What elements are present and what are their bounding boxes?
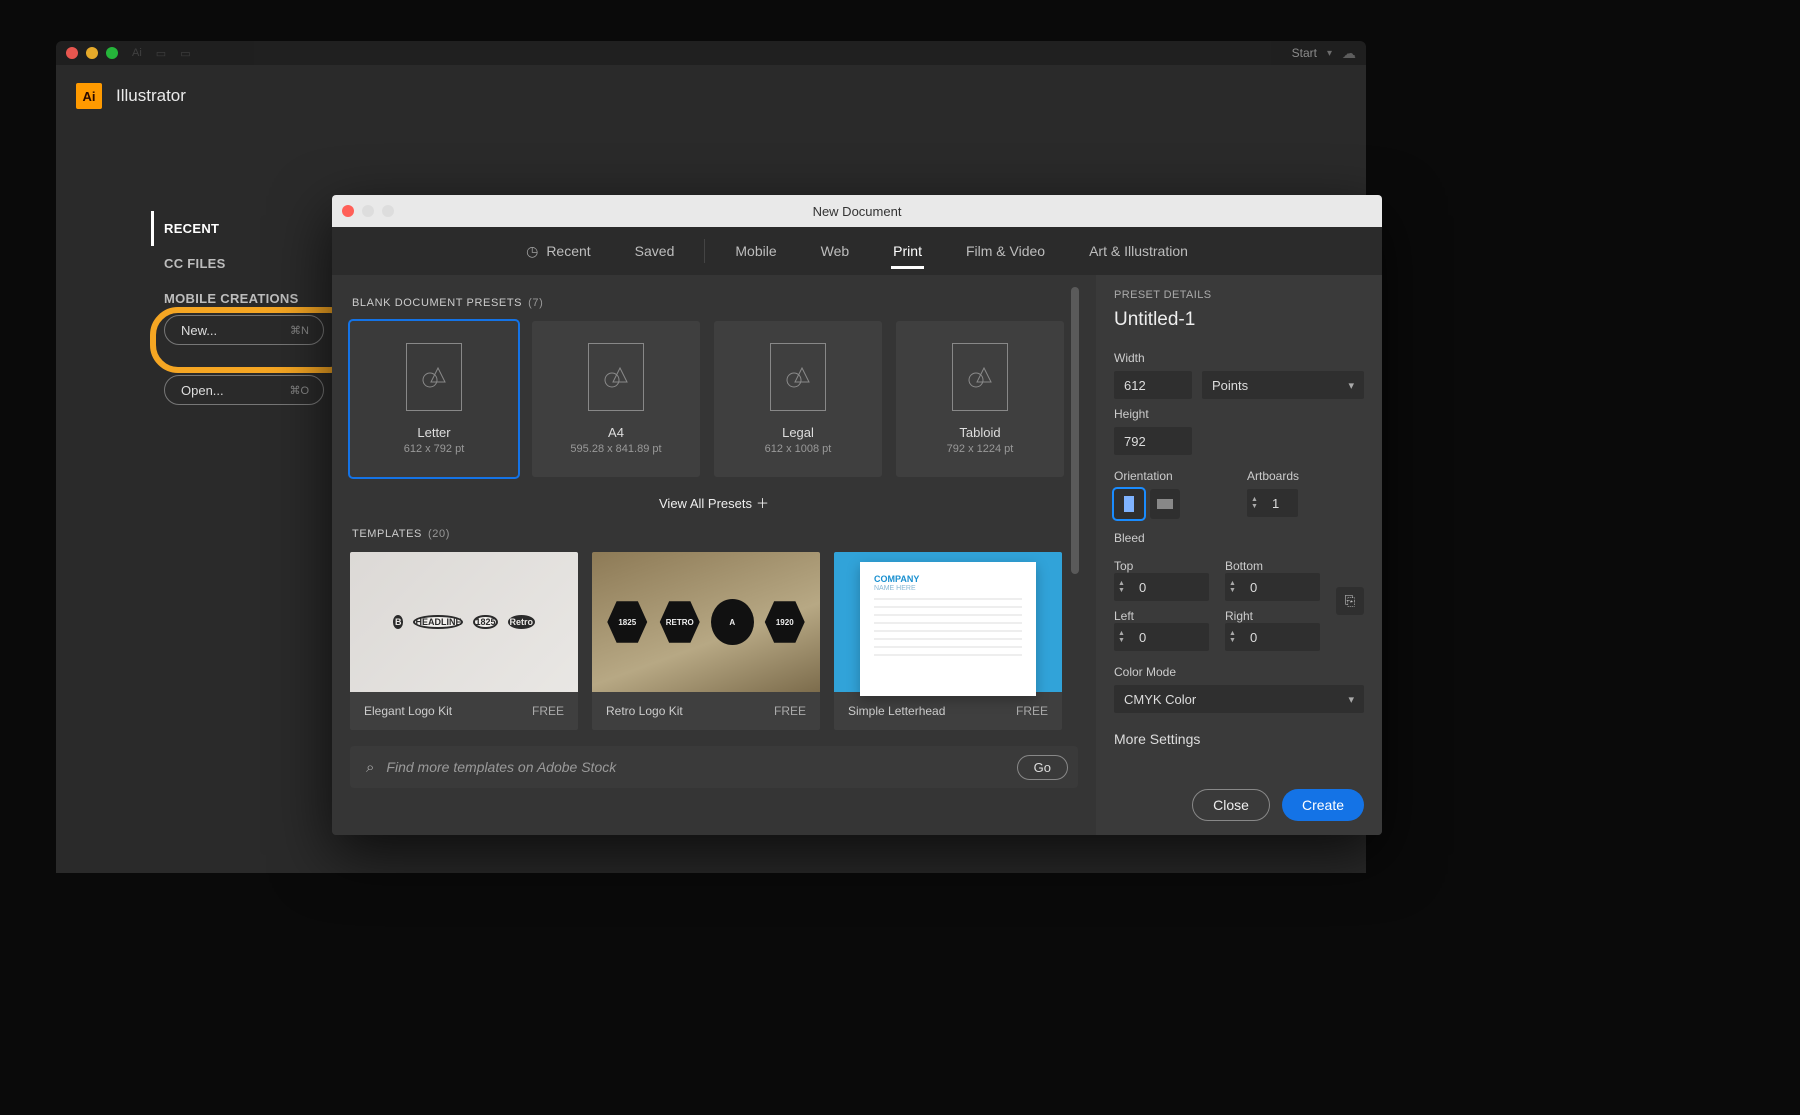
open-document-button[interactable]: Open... ⌘O [164,375,324,405]
minimize-icon[interactable] [86,47,98,59]
preset-legal[interactable]: Legal 612 x 1008 pt [714,321,882,477]
scrollbar[interactable] [1070,287,1080,765]
open-label: Open... [181,383,224,398]
shortcut-label: ⌘O [289,384,309,397]
clock-icon: ◷ [526,243,538,260]
new-label: New... [181,323,217,338]
close-icon[interactable] [66,47,78,59]
tab-film[interactable]: Film & Video [944,227,1067,275]
units-select[interactable]: Points ▾ [1202,371,1364,399]
tab-print[interactable]: Print [871,227,944,275]
chevron-down-icon: ▼ [1251,503,1258,510]
page-icon [588,343,644,411]
maximize-icon[interactable] [106,47,118,59]
bleed-top-label: Top [1114,559,1209,573]
height-input[interactable]: 792 [1114,427,1192,455]
app-icon: Ai [132,47,142,60]
more-settings-button[interactable]: More Settings [1114,731,1364,747]
go-button[interactable]: Go [1017,755,1068,780]
bleed-left-label: Left [1114,609,1209,623]
sidebar-item-ccfiles[interactable]: CC FILES [164,246,299,281]
separator [704,239,705,263]
view-all-presets-button[interactable]: View All Presets＋ [350,477,1078,522]
chevron-down-icon: ▾ [1348,379,1354,392]
preset-details-panel: PRESET DETAILS Untitled-1 Width 612 Poin… [1096,275,1382,835]
bleed-bottom-label: Bottom [1225,559,1320,573]
preset-tabloid[interactable]: Tabloid 792 x 1224 pt [896,321,1064,477]
tab-mobile[interactable]: Mobile [713,227,798,275]
home-sidebar: RECENT CC FILES MOBILE CREATIONS [164,211,299,316]
search-placeholder: Find more templates on Adobe Stock [386,759,1004,775]
bleed-label: Bleed [1114,531,1364,545]
start-label[interactable]: Start [1292,46,1317,60]
close-button[interactable]: Close [1192,789,1270,821]
app-icon: ▭ [156,47,166,60]
tab-web[interactable]: Web [799,227,872,275]
bleed-right-input[interactable]: ▲▼0 [1225,623,1320,651]
page-icon [952,343,1008,411]
plus-icon: ＋ [756,496,769,511]
template-thumbnail: 1825RETRO A1920 [592,552,820,692]
height-label: Height [1114,407,1364,421]
tab-art[interactable]: Art & Illustration [1067,227,1210,275]
chevron-down-icon: ▾ [1348,693,1354,706]
sidebar-item-recent[interactable]: RECENT [151,211,299,246]
bleed-top-input[interactable]: ▲▼0 [1114,573,1209,601]
landscape-icon [1157,499,1173,509]
dialog-titlebar[interactable]: New Document [332,195,1382,227]
orientation-landscape-button[interactable] [1150,489,1180,519]
templates-heading: TEMPLATES (20) [350,522,1078,552]
shortcut-label: ⌘N [290,324,309,337]
document-name[interactable]: Untitled-1 [1114,309,1364,331]
details-heading: PRESET DETAILS [1114,289,1364,301]
tab-recent[interactable]: ◷ Recent [504,227,613,275]
template-letterhead[interactable]: COMPANY NAME HERE Simple Letterhead FREE [834,552,1062,730]
presets-heading: BLANK DOCUMENT PRESETS (7) [350,291,1078,321]
colormode-select[interactable]: CMYK Color ▾ [1114,685,1364,713]
app-logo-icon: Ai [76,83,102,109]
width-label: Width [1114,351,1364,365]
orientation-portrait-button[interactable] [1114,489,1144,519]
chevron-up-icon: ▲ [1251,496,1258,503]
template-thumbnail: COMPANY NAME HERE [834,552,1062,692]
search-icon: ⌕ [366,759,374,776]
category-tabs: ◷ Recent Saved Mobile Web Print Film & V… [332,227,1382,275]
link-bleed-icon[interactable]: ⎘ [1336,587,1364,615]
bleed-bottom-input[interactable]: ▲▼0 [1225,573,1320,601]
preset-letter[interactable]: Letter 612 x 792 pt [350,321,518,477]
orientation-label: Orientation [1114,469,1231,483]
colormode-label: Color Mode [1114,665,1364,679]
window-controls[interactable] [66,47,118,59]
chevron-down-icon: ▾ [1327,48,1332,59]
portrait-icon [1124,496,1134,512]
dialog-title: New Document [332,204,1382,219]
preset-area: BLANK DOCUMENT PRESETS (7) Letter 612 x … [332,275,1096,835]
template-elegant-logo[interactable]: BHEADLINE 1825Retro Elegant Logo Kit FRE… [350,552,578,730]
new-document-button[interactable]: New... ⌘N [164,315,324,345]
cloud-icon[interactable]: ☁ [1342,45,1356,62]
tab-saved[interactable]: Saved [613,227,697,275]
page-icon [406,343,462,411]
artboards-label: Artboards [1247,469,1364,483]
mac-menu-bar: Ai ▭ ▭ Start ▾ ☁ [56,41,1366,65]
bleed-left-input[interactable]: ▲▼0 [1114,623,1209,651]
new-document-dialog: New Document ◷ Recent Saved Mobile Web P… [332,195,1382,835]
template-thumbnail: BHEADLINE 1825Retro [350,552,578,692]
preset-a4[interactable]: A4 595.28 x 841.89 pt [532,321,700,477]
app-title: Illustrator [116,86,186,106]
page-icon [770,343,826,411]
bleed-right-label: Right [1225,609,1320,623]
create-button[interactable]: Create [1282,789,1364,821]
width-input[interactable]: 612 [1114,371,1192,399]
app-icon: ▭ [180,47,190,60]
template-retro-logo[interactable]: 1825RETRO A1920 Retro Logo Kit FREE [592,552,820,730]
artboards-stepper[interactable]: ▲▼ 1 [1247,489,1298,517]
adobe-stock-search[interactable]: ⌕ Find more templates on Adobe Stock Go [350,746,1078,788]
